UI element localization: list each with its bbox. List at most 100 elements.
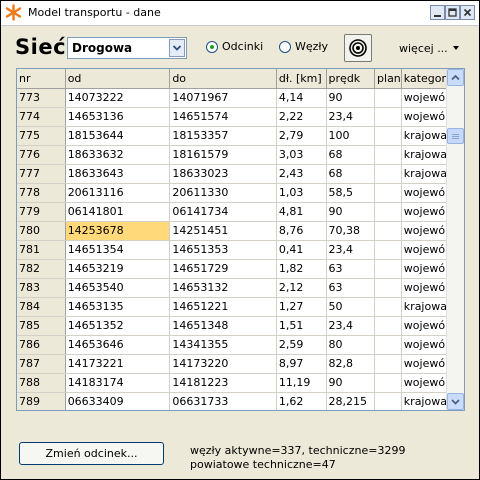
cell-from-node[interactable]: 18633632: [65, 145, 171, 165]
cell-length[interactable]: 1,62: [276, 392, 327, 410]
cell-plan[interactable]: [374, 145, 402, 165]
cell-length[interactable]: 2,12: [276, 278, 327, 298]
table-row[interactable]: 777 18633643 18633023 2,43 68 krajowa: [17, 164, 448, 184]
cell-to-node[interactable]: 14173220: [169, 354, 277, 374]
cell-category[interactable]: wojewó: [401, 259, 448, 279]
vertical-scrollbar[interactable]: [446, 69, 464, 410]
cell-row-number[interactable]: 778: [17, 183, 66, 203]
cell-length[interactable]: 2,79: [276, 126, 327, 146]
cell-speed[interactable]: 58,5: [326, 183, 376, 203]
cell-row-number[interactable]: 789: [17, 392, 66, 410]
cell-speed[interactable]: 100: [326, 126, 376, 146]
cell-length[interactable]: 4,14: [276, 88, 327, 108]
cell-to-node[interactable]: 06631733: [169, 392, 277, 410]
cell-row-number[interactable]: 787: [17, 354, 66, 374]
cell-speed[interactable]: 90: [326, 88, 376, 108]
more-menu[interactable]: więcej ...: [399, 42, 448, 55]
cell-category[interactable]: wojewó: [401, 88, 448, 108]
cell-plan[interactable]: [374, 316, 402, 336]
table-row[interactable]: 780 14253678 14251451 8,76 70,38 wojewó: [17, 221, 448, 241]
cell-from-node[interactable]: 14653219: [65, 259, 171, 279]
table-row[interactable]: 786 14653646 14341355 2,59 80 wojewó: [17, 335, 448, 355]
cell-to-node[interactable]: 14651348: [169, 316, 277, 336]
table-row[interactable]: 782 14653219 14651729 1,82 63 wojewó: [17, 259, 448, 279]
cell-length[interactable]: 2,43: [276, 164, 327, 184]
cell-to-node[interactable]: 14651729: [169, 259, 277, 279]
cell-length[interactable]: 3,03: [276, 145, 327, 165]
cell-row-number[interactable]: 788: [17, 373, 66, 393]
col-header-nr[interactable]: nr: [17, 69, 66, 89]
cell-speed[interactable]: 23,4: [326, 240, 376, 260]
cell-category[interactable]: wojewó: [401, 240, 448, 260]
table-row[interactable]: 779 06141801 06141734 4,81 90 wojewó: [17, 202, 448, 222]
cell-to-node[interactable]: 14071967: [169, 88, 277, 108]
cell-length[interactable]: 1,27: [276, 297, 327, 317]
cell-speed[interactable]: 50: [326, 297, 376, 317]
cell-row-number[interactable]: 783: [17, 278, 66, 298]
col-header-category[interactable]: kategor: [401, 69, 448, 89]
cell-speed[interactable]: 63: [326, 259, 376, 279]
table-row[interactable]: 773 14073222 14071967 4,14 90 wojewó: [17, 88, 448, 108]
table-row[interactable]: 784 14653135 14651221 1,27 50 krajowa: [17, 297, 448, 317]
col-header-plan[interactable]: plan: [374, 69, 402, 89]
more-dropdown-arrow-icon[interactable]: [453, 46, 459, 50]
table-row[interactable]: 787 14173221 14173220 8,97 82,8 wojewó: [17, 354, 448, 374]
change-section-button[interactable]: Zmień odcinek...: [19, 442, 164, 465]
cell-row-number[interactable]: 784: [17, 297, 66, 317]
cell-plan[interactable]: [374, 221, 402, 241]
cell-category[interactable]: wojewó: [401, 278, 448, 298]
cell-plan[interactable]: [374, 107, 402, 127]
radio-nodes-circle[interactable]: [279, 41, 291, 53]
scroll-up-button[interactable]: [447, 69, 464, 86]
maximize-button[interactable]: [445, 5, 460, 20]
cell-category[interactable]: krajowa: [401, 126, 448, 146]
close-button[interactable]: [460, 5, 475, 20]
cell-from-node[interactable]: 14653540: [65, 278, 171, 298]
cell-plan[interactable]: [374, 335, 402, 355]
cell-speed[interactable]: 23,4: [326, 107, 376, 127]
cell-from-node[interactable]: 06633409: [65, 392, 171, 410]
cell-to-node[interactable]: 14341355: [169, 335, 277, 355]
cell-to-node[interactable]: 14651221: [169, 297, 277, 317]
cell-length[interactable]: 11,19: [276, 373, 327, 393]
cell-row-number[interactable]: 779: [17, 202, 66, 222]
cell-row-number[interactable]: 786: [17, 335, 66, 355]
cell-speed[interactable]: 70,38: [326, 221, 376, 241]
cell-row-number[interactable]: 775: [17, 126, 66, 146]
cell-from-node[interactable]: 06141801: [65, 202, 171, 222]
cell-plan[interactable]: [374, 392, 402, 410]
col-header-od[interactable]: od: [65, 69, 171, 89]
cell-category[interactable]: wojewó: [401, 107, 448, 127]
cell-length[interactable]: 2,59: [276, 335, 327, 355]
title-bar[interactable]: Model transportu - dane: [1, 1, 479, 26]
cell-from-node[interactable]: 18153644: [65, 126, 171, 146]
cell-length[interactable]: 8,97: [276, 354, 327, 374]
cell-plan[interactable]: [374, 164, 402, 184]
cell-row-number[interactable]: 773: [17, 88, 66, 108]
cell-speed[interactable]: 90: [326, 202, 376, 222]
cell-to-node[interactable]: 14251451: [169, 221, 277, 241]
cell-speed[interactable]: 28,215: [326, 392, 376, 410]
cell-from-node[interactable]: 14183174: [65, 373, 171, 393]
col-header-do[interactable]: do: [169, 69, 277, 89]
cell-to-node[interactable]: 18161579: [169, 145, 277, 165]
col-header-length[interactable]: dł. [km]: [276, 69, 327, 89]
cell-to-node[interactable]: 14651353: [169, 240, 277, 260]
cell-from-node[interactable]: 14653646: [65, 335, 171, 355]
cell-plan[interactable]: [374, 373, 402, 393]
cell-row-number[interactable]: 780: [17, 221, 66, 241]
cell-length[interactable]: 8,76: [276, 221, 327, 241]
table-row[interactable]: 775 18153644 18153357 2,79 100 krajowa: [17, 126, 448, 146]
cell-length[interactable]: 0,41: [276, 240, 327, 260]
cell-row-number[interactable]: 777: [17, 164, 66, 184]
cell-from-node[interactable]: 14651352: [65, 316, 171, 336]
cell-plan[interactable]: [374, 297, 402, 317]
table-row[interactable]: 778 20613116 20611330 1,03 58,5 wojewó: [17, 183, 448, 203]
cell-from-node[interactable]: 18633643: [65, 164, 171, 184]
cell-category[interactable]: krajowa: [401, 392, 448, 410]
cell-from-node[interactable]: 14253678: [65, 221, 171, 241]
cell-speed[interactable]: 80: [326, 335, 376, 355]
cell-category[interactable]: wojewó: [401, 373, 448, 393]
table-row[interactable]: 776 18633632 18161579 3,03 68 krajowa: [17, 145, 448, 165]
scroll-down-button[interactable]: [447, 393, 464, 410]
